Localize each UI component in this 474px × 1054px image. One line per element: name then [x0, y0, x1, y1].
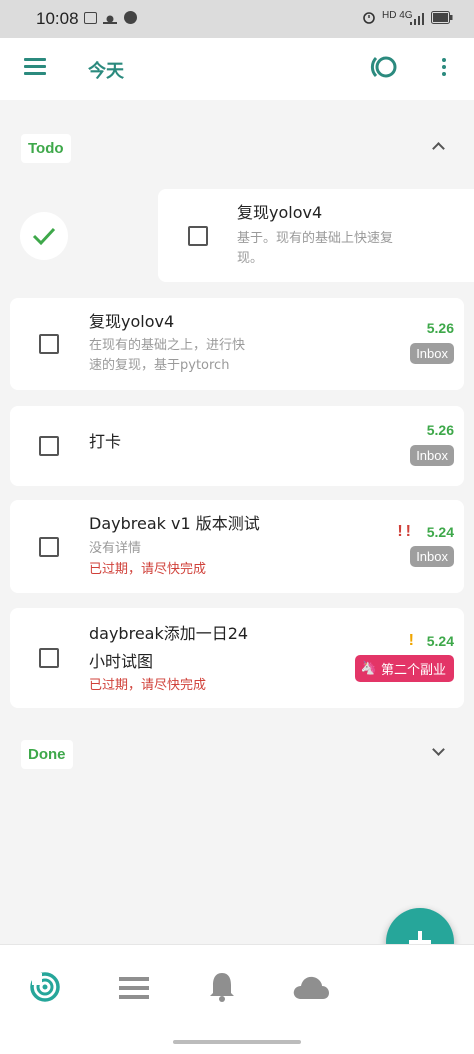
task-checkbox[interactable]	[39, 648, 59, 668]
hamburger-icon[interactable]	[24, 58, 46, 75]
overdue-notice: 已过期，请尽快完成	[89, 562, 207, 577]
status-time: 10:08	[36, 9, 79, 28]
done-section-header[interactable]: Done	[21, 740, 73, 769]
cloud-icon[interactable]	[292, 974, 330, 1000]
project-badge[interactable]: 🦄 第二个副业	[354, 655, 454, 682]
battery-icon	[431, 11, 453, 24]
task-checkbox[interactable]	[39, 436, 59, 456]
network-label: HD 4G	[382, 10, 413, 21]
alarm-icon	[362, 10, 376, 24]
task-card[interactable]: 打卡 5.26 Inbox	[10, 406, 464, 486]
focus-ring-icon[interactable]	[370, 54, 400, 80]
todo-section-header[interactable]: Todo	[21, 134, 71, 163]
task-title: 复现yolov4	[237, 203, 323, 222]
task-title: 复现yolov4	[89, 312, 175, 331]
project-badge[interactable]: Inbox	[410, 343, 454, 364]
today-target-icon[interactable]	[29, 971, 61, 1003]
task-due-date: 5.24	[426, 633, 454, 649]
weather-icon	[103, 11, 117, 24]
task-card[interactable]: Daybreak v1 版本测试 没有详情 已过期，请尽快完成 !! 5.24 …	[10, 500, 464, 593]
app-notification-icon	[124, 11, 137, 24]
check-icon	[32, 227, 56, 246]
task-description: 没有详情	[89, 541, 142, 556]
task-description-line2: 现。	[237, 251, 264, 266]
task-card[interactable]: daybreak添加一日24 小时试图 已过期，请尽快完成 ! 5.24 🦄 第…	[10, 608, 464, 708]
project-badge-label: 第二个副业	[380, 663, 446, 678]
app-bar	[0, 38, 474, 100]
task-title: 打卡	[89, 432, 122, 451]
task-checkbox[interactable]	[39, 537, 59, 557]
task-checkbox[interactable]	[39, 334, 59, 354]
task-checkbox[interactable]	[188, 226, 208, 246]
task-due-date: 5.24	[426, 524, 454, 540]
bell-icon[interactable]	[208, 971, 236, 1003]
priority-high-icon: !!	[397, 523, 414, 540]
task-description: 在现有的基础之上，进行快	[89, 338, 246, 353]
gesture-bar[interactable]	[173, 1040, 301, 1044]
task-card[interactable]: 复现yolov4 在现有的基础之上，进行快 速的复现，基于pytorch 5.2…	[10, 298, 464, 390]
task-title-line2: 小时试图	[89, 652, 154, 671]
swiped-task-card[interactable]: 复现yolov4 基于。现有的基础上快速复 现。	[158, 189, 474, 282]
task-due-date: 5.26	[426, 320, 454, 336]
list-icon[interactable]	[119, 977, 149, 999]
signal-icon	[410, 12, 424, 25]
project-badge[interactable]: Inbox	[410, 445, 454, 466]
chevron-down-icon[interactable]	[432, 743, 445, 756]
task-title: Daybreak v1 版本测试	[89, 514, 260, 533]
task-due-date: 5.26	[426, 422, 454, 438]
priority-medium-icon: !	[408, 632, 414, 649]
project-badge[interactable]: Inbox	[410, 546, 454, 567]
task-description: 基于。现有的基础上快速复	[237, 231, 394, 246]
task-description-line2: 速的复现，基于pytorch	[89, 358, 230, 373]
task-title: daybreak添加一日24	[89, 624, 249, 643]
gallery-icon	[84, 12, 97, 24]
chevron-up-icon[interactable]	[432, 142, 445, 155]
bottom-navigation	[0, 944, 474, 1054]
more-vert-icon[interactable]	[442, 58, 446, 76]
overdue-notice: 已过期，请尽快完成	[89, 678, 207, 693]
page-title: 今天	[88, 61, 124, 82]
unicorn-icon: 🦄	[360, 661, 377, 676]
status-bar: 10:08 HD 4G	[0, 0, 474, 38]
complete-swipe-indicator	[20, 212, 68, 260]
